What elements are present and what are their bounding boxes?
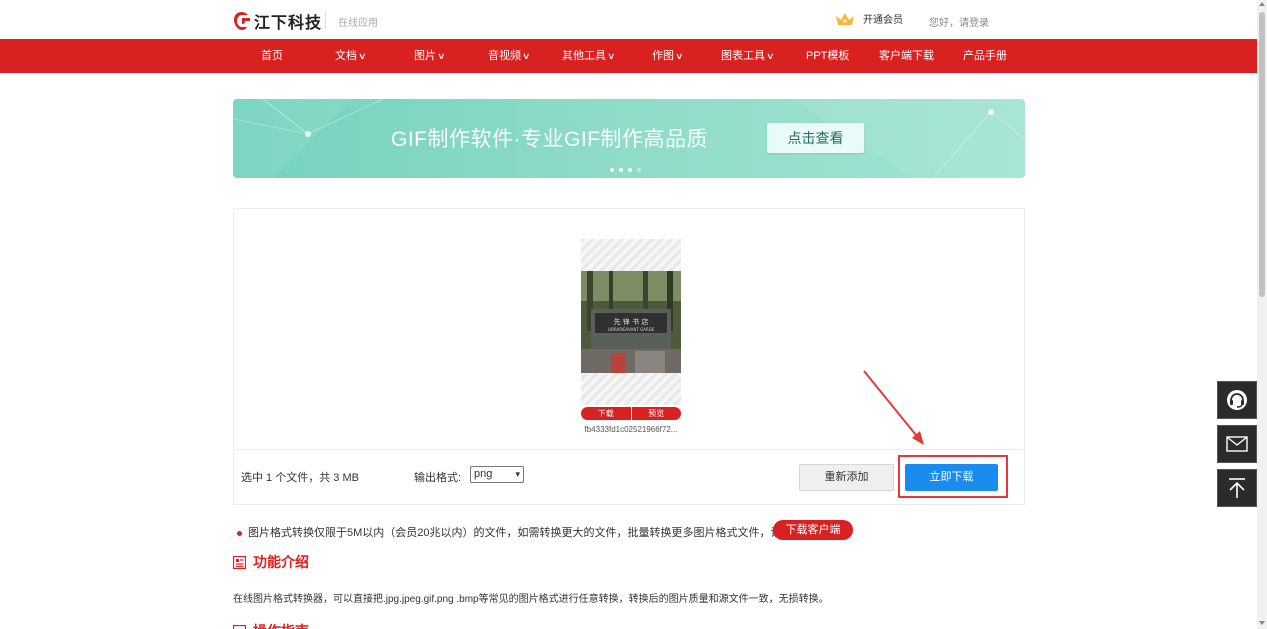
thumbnail-preview-button[interactable]: 预览 <box>631 407 681 420</box>
nav-item-ppt[interactable]: PPT模板 <box>806 39 849 73</box>
vip-label: 开通会员 <box>863 15 903 26</box>
nav-label: 音视频 <box>488 50 521 62</box>
chevron-down-icon: ∨ <box>766 51 775 61</box>
nav-label: 图表工具 <box>721 50 765 62</box>
banner-view-button[interactable]: 点击查看 <box>767 123 864 153</box>
thumbnail-actions: 下载 预览 <box>581 407 681 420</box>
carousel-dot[interactable] <box>610 168 614 172</box>
guide-title: 操作指南 <box>253 621 309 629</box>
intro-text: 在线图片格式转换器，可以直接把.jpg.jpeg.gif.png .bmp等常见… <box>233 594 829 605</box>
format-select[interactable]: png ▾ <box>470 466 524 483</box>
scroll-up-icon[interactable] <box>1259 2 1265 6</box>
readd-button[interactable]: 重新添加 <box>799 464 894 491</box>
intro-heading: 功能介绍 <box>233 552 309 572</box>
vip-link[interactable]: 开通会员 <box>835 11 903 26</box>
chevron-down-icon: ∨ <box>522 51 531 61</box>
divider <box>325 11 326 28</box>
nav-item-drawing[interactable]: 作图∨ <box>652 39 684 73</box>
back-to-top-button[interactable] <box>1217 469 1257 507</box>
annotation-highlight-box <box>898 455 1008 498</box>
nav-item-chart-tools[interactable]: 图表工具∨ <box>721 39 775 73</box>
photo-sign-text: LIBRARIEAVANT GARDE <box>608 327 655 332</box>
nav-item-media[interactable]: 音视频∨ <box>488 39 531 73</box>
nav-label: 文档 <box>335 50 357 62</box>
file-thumbnail[interactable]: 先 锋 书 店 LIBRARIEAVANT GARDE <box>581 239 681 405</box>
nav-label: 图片 <box>414 50 436 62</box>
back-to-top-icon <box>1229 478 1245 498</box>
guide-heading: 操作指南 <box>233 621 309 629</box>
carousel-dot[interactable] <box>628 168 632 172</box>
brand-name: 江下科技 <box>254 15 323 32</box>
chevron-down-icon: ▾ <box>515 469 520 479</box>
notice-text: 图片格式转换仅限于5M以内（会员20兆以内）的文件，如需转换更大的文件，批量转换… <box>248 527 782 539</box>
chevron-down-icon: ∨ <box>358 51 367 61</box>
page-scrollbar[interactable] <box>1257 0 1267 629</box>
nav-item-manual[interactable]: 产品手册 <box>963 39 1007 73</box>
nav-item-home[interactable]: 首页 <box>261 39 283 73</box>
bullet-dot <box>237 530 242 536</box>
message-button[interactable] <box>1217 425 1257 463</box>
chevron-down-icon: ∨ <box>437 51 446 61</box>
page: 江下科技 在线应用 开通会员 您好，请登录 首页 文档∨ 图片∨ 音视频∨ 其他… <box>0 0 1267 629</box>
scroll-thumb[interactable] <box>1259 12 1265 297</box>
crown-icon <box>836 12 854 25</box>
nav-item-client-download[interactable]: 客户端下载 <box>879 39 934 73</box>
banner-title: GIF制作软件·专业GIF制作高品质 <box>391 128 708 151</box>
main-nav: 首页 文档∨ 图片∨ 音视频∨ 其他工具∨ 作图∨ 图表工具∨ PPT模板 客户… <box>0 39 1257 73</box>
chevron-down-icon: ∨ <box>607 51 616 61</box>
nav-label: 客户端下载 <box>879 50 934 62</box>
limit-notice: 图片格式转换仅限于5M以内（会员20兆以内）的文件，如需转换更大的文件，批量转换… <box>237 524 782 540</box>
uploaded-photo: 先 锋 书 店 LIBRARIEAVANT GARDE <box>581 271 681 373</box>
customer-service-button[interactable] <box>1217 381 1257 419</box>
annotation-arrow <box>863 370 924 445</box>
carousel-dots <box>610 168 641 172</box>
document-icon <box>233 555 246 569</box>
headset-icon <box>1227 390 1247 410</box>
scroll-down-icon[interactable] <box>1259 621 1265 625</box>
mail-icon <box>1226 436 1248 452</box>
carousel-dot[interactable] <box>619 168 623 172</box>
sub-label: 在线应用 <box>338 18 378 29</box>
nav-item-other-tools[interactable]: 其他工具∨ <box>562 39 616 73</box>
format-select-value: png <box>474 468 493 480</box>
nav-label: 产品手册 <box>963 50 1007 62</box>
login-link[interactable]: 您好，请登录 <box>929 14 989 29</box>
download-client-button[interactable]: 下载客户端 <box>773 520 853 540</box>
nav-label: PPT模板 <box>806 50 850 62</box>
guide-icon <box>233 624 246 629</box>
nav-item-images[interactable]: 图片∨ <box>414 39 446 73</box>
carousel-dot[interactable] <box>637 168 641 172</box>
brand-logo[interactable]: 江下科技 <box>233 9 322 33</box>
intro-title: 功能介绍 <box>253 554 309 570</box>
nav-item-docs[interactable]: 文档∨ <box>335 39 367 73</box>
logo-icon <box>234 12 250 30</box>
thumbnail-download-button[interactable]: 下载 <box>581 407 631 420</box>
selection-info: 选中 1 个文件，共 3 MB <box>241 472 359 484</box>
file-name: fb4333fd1c02521966f72... <box>584 425 678 434</box>
promo-banner[interactable]: GIF制作软件·专业GIF制作高品质 点击查看 <box>233 99 1025 178</box>
nav-label: 其他工具 <box>562 50 606 62</box>
nav-label: 首页 <box>261 50 283 62</box>
chevron-down-icon: ∨ <box>675 51 684 61</box>
format-label: 输出格式: <box>414 472 462 484</box>
nav-label: 作图 <box>652 50 674 62</box>
photo-sign-text-cn: 先 锋 书 店 <box>614 317 649 326</box>
top-bar: 江下科技 在线应用 开通会员 您好，请登录 <box>0 0 1257 39</box>
